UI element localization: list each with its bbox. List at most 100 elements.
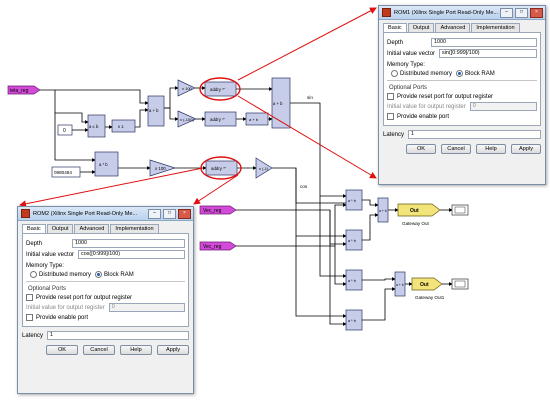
rom2-buttons: OK Cancel Help Apply <box>22 345 189 355</box>
multiplier-4-label: a * b <box>348 319 356 323</box>
multiplier-2-label: a * b <box>348 239 356 243</box>
scope-1[interactable] <box>451 204 469 216</box>
tab-implementation[interactable]: Implementation <box>471 23 520 32</box>
enable-port-label: Provide enable port <box>36 314 89 321</box>
latency-field[interactable]: 1 <box>47 331 189 340</box>
constant-scale[interactable]: 0980484 <box>51 166 81 178</box>
xilinx-icon <box>382 8 391 17</box>
maximize-icon[interactable]: □ <box>163 208 176 219</box>
rom2-titlebar[interactable]: ROM2 (Xilinx Single Port Read-Only Me...… <box>18 207 193 221</box>
init-out-field: 0 <box>469 102 537 111</box>
radio-distributed-memory[interactable] <box>391 70 398 77</box>
enable-port-checkbox[interactable] <box>26 314 33 321</box>
input-vec-reg-2[interactable]: Vec_reg <box>199 241 237 251</box>
rom-block-2[interactable]: addry *' <box>204 111 237 127</box>
depth-label: Depth <box>26 240 43 247</box>
adder-block-1-label: a + b <box>149 108 159 113</box>
input-vec-reg-1-label: Vec_reg <box>203 208 222 214</box>
constant-zero[interactable]: 0 <box>57 124 73 136</box>
mux-block[interactable]: a ≤ b <box>87 114 106 138</box>
init-vector-field[interactable]: sin([0:999]/100) <box>439 49 537 58</box>
rom2-tabs: Basic Output Advanced Implementation <box>22 224 189 233</box>
tab-basic[interactable]: Basic <box>22 224 46 233</box>
scope-2[interactable] <box>451 278 469 290</box>
tab-output[interactable]: Output <box>46 224 74 233</box>
register-block-label: x 1 <box>118 124 124 129</box>
radio-distributed-memory[interactable] <box>30 271 37 278</box>
multiplier-2[interactable]: a * b <box>345 229 363 251</box>
gain-block-2-label: x (-100) <box>180 117 194 122</box>
init-vector-field[interactable]: cos([0:999]/100) <box>78 250 185 259</box>
rom1-buttons: OK Cancel Help Apply <box>383 144 541 154</box>
optional-ports-label: Optional Ports <box>389 85 428 91</box>
gain-block-1[interactable]: x 100 <box>177 79 196 97</box>
gain-block-3[interactable]: x 100 <box>149 159 177 177</box>
tab-advanced[interactable]: Advanced <box>74 224 110 233</box>
delay-block[interactable]: a + b <box>245 112 269 126</box>
xilinx-icon <box>21 209 30 218</box>
apply-button[interactable]: Apply <box>157 345 189 355</box>
distributed-memory-label: Distributed memory <box>39 271 92 278</box>
rom2-latency-row: Latency 1 <box>22 331 189 340</box>
rom1-dialog: ROM1 (Xilinx Single Port Read-Only Me...… <box>378 5 546 185</box>
gateway-out-label: Out <box>410 208 419 214</box>
radio-block-ram[interactable] <box>95 271 103 278</box>
gateway-out[interactable]: Out Gateway Out <box>397 203 441 226</box>
maximize-icon[interactable]: □ <box>515 7 528 18</box>
rom-block-1[interactable]: addry *' <box>204 81 237 97</box>
gain-block-4-label: x (-1) <box>259 166 269 171</box>
gateway-out-caption: Gateway Out <box>402 221 430 226</box>
tab-basic[interactable]: Basic <box>383 23 407 32</box>
minimize-icon[interactable]: – <box>148 208 161 219</box>
gain-block-3-label: x 100 <box>155 166 166 171</box>
help-button[interactable]: Help <box>120 345 152 355</box>
latency-field[interactable]: 1 <box>408 130 541 139</box>
gain-block-2[interactable]: x (-100) <box>177 110 197 128</box>
reset-port-checkbox[interactable] <box>26 294 33 301</box>
close-icon[interactable]: × <box>178 208 191 219</box>
gateway-out1[interactable]: Out Gateway Out1 <box>411 277 445 300</box>
adder-block-2[interactable]: a + b <box>271 77 291 129</box>
apply-button[interactable]: Apply <box>511 144 541 154</box>
distributed-memory-label: Distributed memory <box>400 70 453 77</box>
multiplier-1-label: a * b <box>348 199 356 203</box>
help-button[interactable]: Help <box>476 144 506 154</box>
rom-block-3[interactable]: addry *' <box>205 160 238 176</box>
optional-ports-group: Optional Ports Provide reset port for ou… <box>387 80 537 120</box>
input-teta-reg[interactable]: teta_reg <box>7 85 41 95</box>
gain-block-4[interactable]: x (-1) <box>255 157 273 179</box>
ok-button[interactable]: OK <box>46 345 78 355</box>
multiplier-4[interactable]: a * b <box>345 309 363 331</box>
depth-field[interactable]: 1000 <box>72 239 185 248</box>
gateway-out1-caption: Gateway Out1 <box>415 295 445 300</box>
output-adder-2[interactable]: a + b <box>394 271 406 297</box>
reset-port-label: Provide reset port for output register <box>36 294 133 301</box>
minimize-icon[interactable]: – <box>500 7 513 18</box>
reset-port-checkbox[interactable] <box>387 93 394 100</box>
mult-block[interactable]: a * b <box>94 151 119 177</box>
tab-implementation[interactable]: Implementation <box>110 224 159 233</box>
tab-output[interactable]: Output <box>407 23 435 32</box>
block-ram-label: Block RAM <box>465 70 495 77</box>
ok-button[interactable]: OK <box>406 144 436 154</box>
radio-block-ram[interactable] <box>456 70 464 77</box>
constant-zero-label: 0 <box>63 128 66 134</box>
register-block[interactable]: x 1 <box>111 119 136 133</box>
enable-port-checkbox[interactable] <box>387 113 394 120</box>
output-adder-1[interactable]: a + b <box>377 197 389 223</box>
input-vec-reg-1[interactable]: Vec_reg <box>199 205 237 215</box>
cancel-button[interactable]: Cancel <box>83 345 115 355</box>
rom1-tabs: Basic Output Advanced Implementation <box>383 23 541 32</box>
depth-field[interactable]: 1000 <box>431 38 537 47</box>
multiplier-1[interactable]: a * b <box>345 189 363 211</box>
cancel-button[interactable]: Cancel <box>441 144 471 154</box>
init-out-label: Initial value for output register <box>387 103 466 110</box>
adder-block-1[interactable]: a + b <box>147 95 165 127</box>
delay-block-label: a + b <box>249 117 259 122</box>
close-icon[interactable]: × <box>530 7 543 18</box>
multiplier-3[interactable]: a * b <box>345 269 363 291</box>
tab-advanced[interactable]: Advanced <box>435 23 471 32</box>
latency-label: Latency <box>383 131 405 138</box>
rom1-basic-panel: Depth 1000 Initial value vector sin([0:9… <box>383 32 541 126</box>
rom1-titlebar[interactable]: ROM1 (Xilinx Single Port Read-Only Me...… <box>379 6 545 20</box>
